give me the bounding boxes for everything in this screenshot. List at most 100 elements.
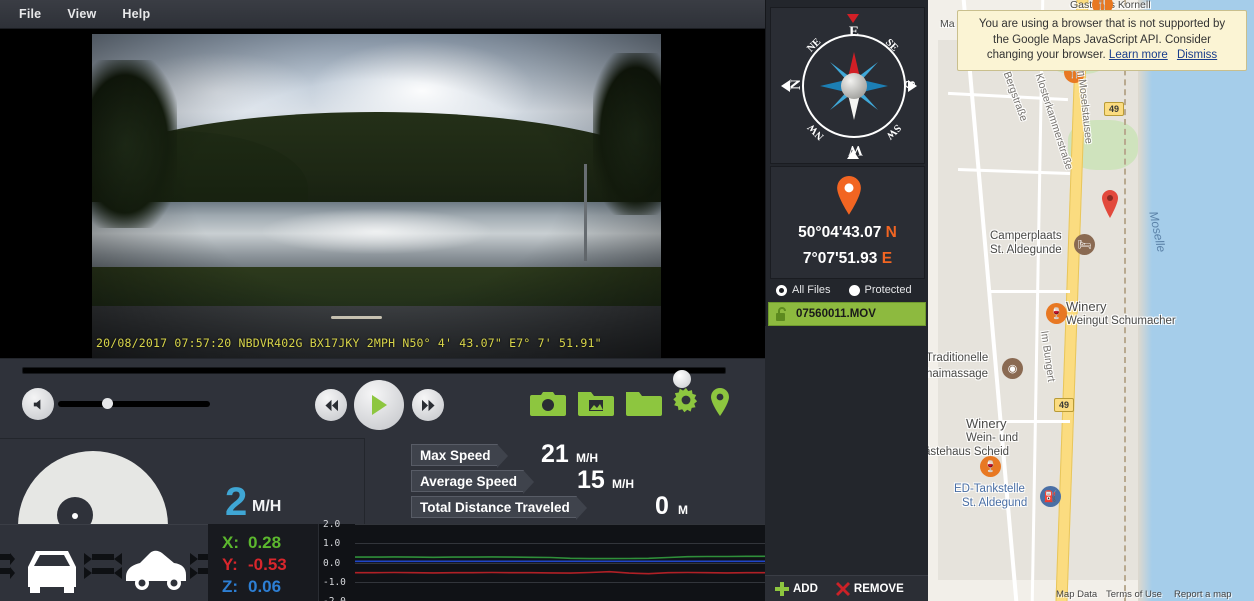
- dashcam-player-window: File View Help 20/08/2017 07:57:20 NBDVR…: [0, 0, 1254, 601]
- poi-label-ed-tankstelle: ED-Tankstelle: [954, 483, 1025, 495]
- latitude-readout: 50°04'43.07 N: [771, 224, 924, 242]
- trip-statistics: Max Speed 21 M/H Average Speed 15 M/H To…: [365, 438, 765, 524]
- lens-vignette: [92, 34, 661, 358]
- max-speed-value: 21: [541, 440, 569, 468]
- compass-marker-bottom: [847, 150, 859, 159]
- total-distance-unit: M: [678, 503, 688, 517]
- map-marker-current-location[interactable]: [1100, 190, 1120, 218]
- warning-line-2: the Google Maps JavaScript API. Consider: [993, 33, 1211, 46]
- map-pin-icon: [711, 388, 729, 416]
- compass-hub: [841, 73, 867, 99]
- map-view[interactable]: Gasthaus Kornell Ma 🍴 🍴 49 Bergstraße Kl…: [928, 0, 1254, 601]
- file-name: 07560011.MOV: [796, 308, 876, 320]
- volume-slider[interactable]: [58, 401, 210, 407]
- map-location-button[interactable]: [708, 388, 732, 423]
- play-button[interactable]: [354, 380, 404, 430]
- chart-y-tick-label: 1.0: [323, 538, 341, 550]
- gauge-needle: [72, 513, 78, 519]
- gallery-button[interactable]: [578, 388, 614, 423]
- route-shield-49-bottom: 49: [1054, 398, 1075, 412]
- poi-fuel-station[interactable]: ⛽: [1040, 486, 1061, 507]
- chart-y-tick-label: -2.0: [323, 596, 346, 601]
- dismiss-link[interactable]: Dismiss: [1177, 49, 1217, 61]
- plus-icon: [775, 581, 789, 596]
- poi-label-camperplaats-2: St. Aldegunde: [990, 244, 1062, 256]
- vehicle-orientation-panel: [0, 524, 208, 601]
- route-shield-49-top: 49: [1104, 102, 1125, 116]
- car-side-icon: [104, 550, 208, 590]
- radio-protected[interactable]: [848, 284, 860, 296]
- speaker-icon: [33, 398, 40, 410]
- learn-more-link[interactable]: Learn more: [1109, 49, 1168, 61]
- accel-z-value: 0.06: [248, 577, 282, 596]
- file-list-item[interactable]: 07560011.MOV: [768, 302, 926, 326]
- cross-icon: [835, 581, 850, 596]
- accelerometer-chart: 2.0 1.0 0.0 -1.0 -2.0: [318, 519, 766, 601]
- open-folder-button[interactable]: [626, 388, 662, 423]
- map-pin-icon: [837, 176, 861, 215]
- compass-marker-right: [908, 80, 917, 92]
- poi-winery-1[interactable]: 🍷: [1046, 303, 1067, 324]
- menu-item-file[interactable]: File: [6, 3, 54, 25]
- poi-label-winery-1: Winery: [1066, 299, 1107, 314]
- chart-series-y: [355, 572, 766, 574]
- speedometer-gauge: [18, 451, 168, 529]
- max-speed-unit: M/H: [576, 451, 598, 465]
- chart-traces: [355, 524, 766, 601]
- compass-marker-left: [781, 80, 790, 92]
- remove-label: REMOVE: [853, 582, 904, 595]
- longitude-readout: 7°07'51.93 E: [771, 250, 924, 268]
- chart-y-tick-label: 2.0: [323, 519, 341, 530]
- fast-forward-icon: [421, 399, 435, 411]
- current-speed-unit: M/H: [252, 498, 282, 515]
- chart-y-tick-label: 0.0: [323, 557, 341, 569]
- file-list[interactable]: [765, 326, 928, 575]
- map-street: [988, 290, 1070, 293]
- map-data-link[interactable]: Map Data: [1056, 589, 1097, 600]
- add-button[interactable]: ADD: [775, 581, 818, 596]
- poi-label-traditionelle: Traditionelle: [928, 352, 989, 364]
- timeline-scrubber[interactable]: [22, 367, 726, 388]
- menu-item-help[interactable]: Help: [109, 3, 163, 25]
- rewind-button[interactable]: [315, 389, 347, 421]
- radio-all-files[interactable]: [776, 284, 787, 296]
- snapshot-button[interactable]: [530, 388, 566, 423]
- map-trail: [1124, 0, 1126, 601]
- stat-row-total-distance: Total Distance Traveled 0 M: [411, 492, 688, 520]
- remove-button[interactable]: REMOVE: [835, 581, 904, 596]
- video-frame: [92, 34, 661, 358]
- average-speed-unit: M/H: [612, 477, 634, 491]
- compass-container: E N S W NE SE SW NW: [770, 7, 925, 164]
- map-river: [1144, 0, 1254, 601]
- video-player[interactable]: [0, 29, 765, 358]
- settings-button[interactable]: [672, 388, 700, 421]
- current-speed-value: 2: [225, 480, 248, 524]
- menu-item-view[interactable]: View: [54, 3, 109, 25]
- image-folder-icon: [578, 392, 614, 416]
- play-icon: [372, 395, 387, 415]
- accel-y-label: Y:: [222, 555, 238, 574]
- warning-line-3: changing your browser. Learn more Dismis…: [966, 48, 1238, 64]
- volume-button[interactable]: [22, 388, 54, 420]
- poi-campsite[interactable]: 🛏: [1074, 234, 1095, 255]
- average-speed-label: Average Speed: [411, 470, 535, 494]
- chart-series-x: [355, 556, 766, 558]
- compass-label-e: E: [849, 24, 860, 40]
- poi-winery-2[interactable]: 🍷: [980, 456, 1001, 477]
- average-speed-value: 15: [577, 466, 605, 494]
- poi-massage[interactable]: ◉: [1002, 358, 1023, 379]
- report-map-error-link[interactable]: Report a map error: [1174, 589, 1254, 601]
- poi-label-weingut-schumacher: Weingut Schumacher: [1066, 315, 1176, 327]
- volume-knob[interactable]: [102, 398, 113, 409]
- warning-line-1: You are using a browser that is not supp…: [978, 18, 1226, 30]
- terms-of-use-link[interactable]: Terms of Use: [1106, 589, 1162, 600]
- fast-forward-button[interactable]: [412, 389, 444, 421]
- radio-all-files-label: All Files: [792, 284, 831, 296]
- add-label: ADD: [793, 582, 818, 595]
- map-ma-label: Ma: [940, 18, 955, 30]
- video-osd-text: 20/08/2017 07:57:20 NBDVR402G BX17JKY 2M…: [96, 336, 602, 350]
- timeline-handle[interactable]: [673, 370, 691, 388]
- radio-protected-label: Protected: [864, 284, 912, 296]
- latitude-value: 50°04'43.07: [798, 224, 882, 241]
- chart-y-tick-label: -1.0: [323, 576, 346, 588]
